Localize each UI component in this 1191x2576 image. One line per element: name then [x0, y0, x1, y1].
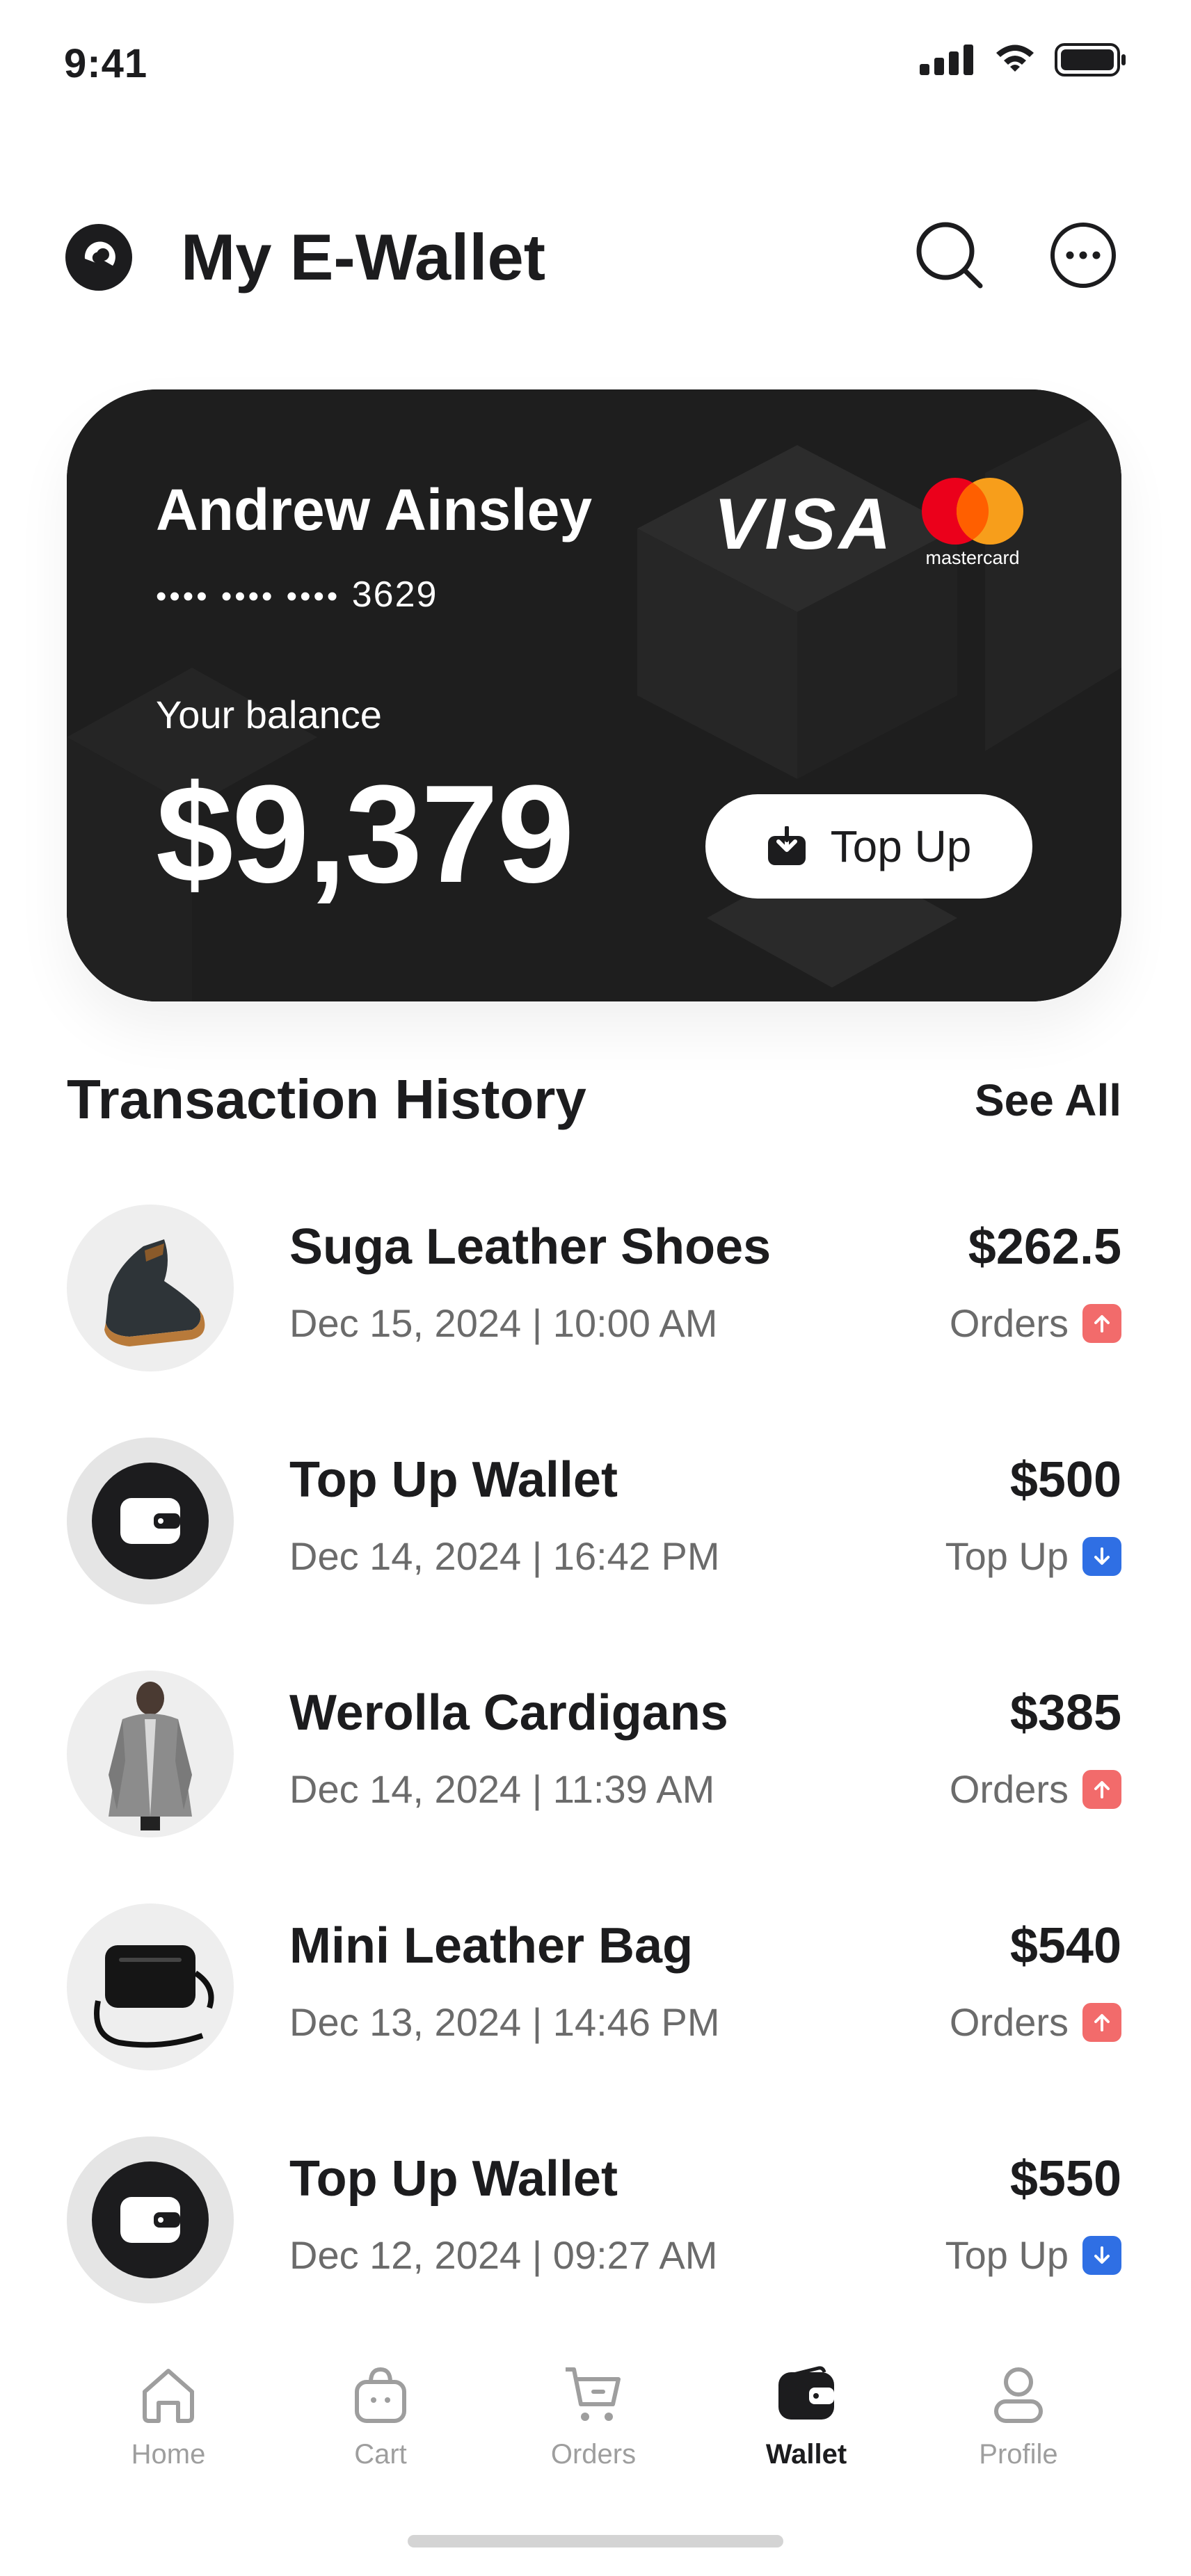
card-number-last4: 3629: [351, 574, 438, 615]
nav-label: Profile: [979, 2439, 1058, 2470]
mastercard-logo: mastercard: [917, 476, 1056, 574]
e-wallet-logo-icon: [65, 224, 132, 291]
product-thumbnail: [67, 1205, 234, 1371]
more-options-button[interactable]: [1045, 217, 1121, 293]
balance-value: $9,379: [156, 757, 575, 912]
card-holder-name: Andrew Ainsley: [156, 477, 593, 542]
bottom-navigation: Home Cart Orders Wallet Profile: [0, 2333, 1191, 2493]
wallet-icon: [120, 1498, 180, 1544]
transaction-type: Orders: [950, 1999, 1121, 2045]
see-all-link[interactable]: See All: [975, 1074, 1121, 1126]
nav-label: Home: [131, 2439, 206, 2470]
section-title: Transaction History: [67, 1068, 586, 1130]
transaction-date: Dec 13, 2024 | 14:46 PM: [289, 2000, 720, 2044]
nav-item-wallet[interactable]: Wallet: [730, 2361, 883, 2470]
card-number: •••• •••• •••• 3629: [156, 574, 438, 615]
transaction-row[interactable]: Top Up Wallet Dec 14, 2024 | 16:42 PM $5…: [0, 1429, 1191, 1610]
wallet-screen: 9:41 My E-Wallet Andrew Ainsley •••• •••…: [0, 0, 1191, 2576]
status-bar: 9:41: [0, 0, 1191, 125]
status-time: 9:41: [64, 41, 148, 86]
wifi-icon: [996, 45, 1034, 72]
transaction-type: Orders: [950, 1301, 1121, 1346]
product-thumbnail: [67, 1671, 234, 1837]
balance-label: Your balance: [156, 693, 382, 736]
wallet-thumbnail: [67, 2136, 234, 2303]
transaction-type: Top Up: [945, 1533, 1121, 1579]
mastercard-icon: [922, 478, 1023, 545]
shoe-icon: [104, 1239, 205, 1346]
download-wallet-icon: [767, 826, 806, 865]
nav-label: Orders: [550, 2439, 637, 2470]
arrow-up-badge-icon: [1082, 1303, 1121, 1343]
cardigan-icon: [109, 1682, 192, 1830]
profile-icon: [994, 2367, 1043, 2423]
transaction-type-label: Orders: [949, 2000, 1069, 2044]
home-icon: [143, 2369, 194, 2423]
transaction-date: Dec 14, 2024 | 11:39 AM: [289, 1767, 715, 1811]
transaction-row[interactable]: Werolla Cardigans Dec 14, 2024 | 11:39 A…: [0, 1662, 1191, 1843]
top-up-button[interactable]: Top Up: [705, 794, 1032, 899]
transaction-type-label: Orders: [949, 1301, 1069, 1345]
transaction-name: Mini Leather Bag: [289, 1918, 694, 1974]
page-title: My E-Wallet: [181, 220, 546, 293]
transaction-date: Dec 12, 2024 | 09:27 AM: [289, 2233, 718, 2277]
nav-label: Wallet: [765, 2439, 847, 2470]
battery-icon: [1055, 43, 1126, 77]
balance-card[interactable]: Andrew Ainsley •••• •••• •••• 3629 Your …: [67, 389, 1121, 1001]
home-indicator: [408, 2535, 783, 2547]
transaction-type-label: Orders: [949, 1767, 1069, 1811]
more-options-icon: [1050, 223, 1116, 288]
transaction-type-label: Top Up: [945, 1534, 1069, 1578]
nav-item-home[interactable]: Home: [92, 2361, 245, 2470]
transaction-amount: $500: [1009, 1452, 1121, 1508]
mastercard-label: mastercard: [925, 547, 1020, 568]
nav-item-profile[interactable]: Profile: [942, 2361, 1095, 2470]
transaction-amount: $550: [1009, 2151, 1121, 2207]
transaction-row[interactable]: Top Up Wallet Dec 12, 2024 | 09:27 AM $5…: [0, 2128, 1191, 2309]
transaction-row[interactable]: Suga Leather Shoes Dec 15, 2024 | 10:00 …: [0, 1196, 1191, 1377]
nav-label: Cart: [354, 2439, 407, 2470]
transaction-type: Orders: [950, 1766, 1121, 1812]
signal-icon: [920, 45, 973, 75]
arrow-down-badge-icon: [1082, 1536, 1121, 1576]
transaction-name: Top Up Wallet: [289, 2151, 618, 2207]
arrow-up-badge-icon: [1082, 2002, 1121, 2042]
card-number-mask: •••• •••• ••••: [156, 579, 341, 613]
transaction-name: Suga Leather Shoes: [289, 1219, 772, 1275]
search-icon: [916, 222, 983, 289]
transaction-date: Dec 15, 2024 | 10:00 AM: [289, 1301, 718, 1345]
product-thumbnail: [67, 1903, 234, 2070]
status-icons: [920, 43, 1127, 77]
cart-bag-icon: [355, 2367, 406, 2423]
transaction-amount: $262.5: [968, 1219, 1121, 1275]
app-header: My E-Wallet: [0, 202, 1191, 313]
transaction-name: Top Up Wallet: [289, 1452, 618, 1508]
transaction-type-label: Top Up: [945, 2233, 1069, 2277]
arrow-down-badge-icon: [1082, 2235, 1121, 2275]
wallet-icon: [120, 2197, 180, 2243]
arrow-up-badge-icon: [1082, 1769, 1121, 1809]
transaction-amount: $385: [1009, 1685, 1121, 1741]
orders-cart-icon: [566, 2367, 621, 2421]
transaction-date: Dec 14, 2024 | 16:42 PM: [289, 1534, 720, 1578]
transaction-type: Top Up: [945, 2232, 1121, 2278]
nav-item-cart[interactable]: Cart: [304, 2361, 457, 2470]
wallet-icon: [778, 2366, 834, 2420]
transaction-amount: $540: [1009, 1918, 1121, 1974]
search-button[interactable]: [911, 217, 988, 293]
visa-logo: VISA: [714, 484, 894, 565]
bag-icon: [94, 1945, 214, 2048]
top-up-label: Top Up: [830, 821, 972, 871]
nav-item-orders[interactable]: Orders: [517, 2361, 670, 2470]
transaction-name: Werolla Cardigans: [289, 1685, 728, 1741]
transaction-row[interactable]: Mini Leather Bag Dec 13, 2024 | 14:46 PM…: [0, 1895, 1191, 2076]
wallet-thumbnail: [67, 1438, 234, 1604]
